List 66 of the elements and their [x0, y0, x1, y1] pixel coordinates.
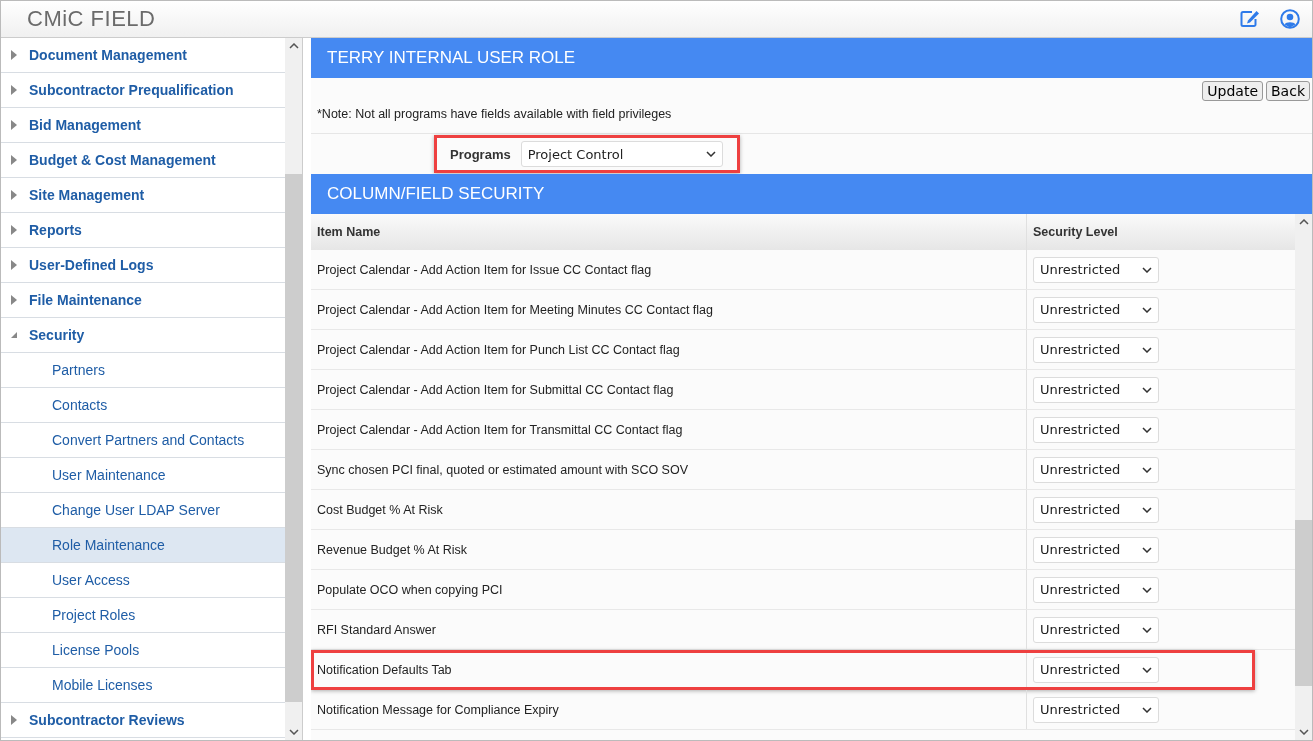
user-icon[interactable]: [1280, 9, 1300, 29]
expand-icon: [11, 85, 17, 95]
item-name: Project Calendar - Add Action Item for Transmittal CC Contact flag: [317, 422, 683, 437]
programs-dropdown[interactable]: Project Control: [520, 141, 723, 167]
item-name: Project Calendar - Add Action Item for Issue CC Contact flag: [317, 262, 652, 277]
expand-icon: [11, 190, 17, 200]
item-name: Cost Budget % At Risk: [317, 502, 443, 517]
field-label: Programs: [450, 146, 511, 162]
security-level-dropdown[interactable]: Unrestricted: [1033, 616, 1159, 643]
chevron-down-icon: [1142, 466, 1152, 473]
chevron-down-icon: [1142, 266, 1152, 273]
column-header: Item Name: [311, 214, 1027, 250]
item-name: Revenue Budget % At Risk: [317, 542, 468, 557]
table-scrollbar[interactable]: [1295, 214, 1312, 740]
column-header: Security Level: [1032, 224, 1119, 241]
expand-icon: [11, 225, 17, 235]
security-level-dropdown[interactable]: Unrestricted: [1033, 576, 1159, 603]
security-level-dropdown[interactable]: Unrestricted: [1033, 456, 1159, 483]
note-text: *Note: Not all programs have fields available with field privileges: [311, 101, 1312, 134]
security-level-dropdown[interactable]: Unrestricted: [1033, 336, 1159, 363]
scroll-up-icon[interactable]: [288, 43, 299, 49]
item-name: RFI Standard Answer: [317, 622, 436, 637]
item-name: Notification Defaults Tab: [317, 662, 452, 677]
security-level-dropdown[interactable]: Unrestricted: [1033, 536, 1159, 563]
panel-header: COLUMN/FIELD SECURITY: [311, 174, 1312, 214]
action-button[interactable]: Update: [1202, 81, 1263, 101]
chevron-down-icon: [1142, 506, 1152, 513]
item-name: Sync chosen PCI final, quoted or estimated amount with SCO SOV: [317, 462, 688, 477]
expand-icon: [11, 295, 17, 305]
item-name: Project Calendar - Add Action Item for Submittal CC Contact flag: [317, 382, 674, 397]
item-name: Notification Message for Compliance Expiry: [317, 702, 559, 717]
security-level-dropdown[interactable]: Unrestricted: [1033, 696, 1159, 723]
action-button[interactable]: Back: [1266, 81, 1310, 101]
chevron-down-icon: [1142, 546, 1152, 553]
scroll-down-icon[interactable]: [288, 729, 299, 735]
expand-icon: [11, 715, 17, 725]
sidebar-subitem[interactable]: Role Maintenance: [1, 528, 285, 563]
security-level-dropdown[interactable]: Unrestricted: [1033, 496, 1159, 523]
security-level-dropdown[interactable]: Unrestricted: [1033, 376, 1159, 403]
security-level-dropdown[interactable]: Unrestricted: [1033, 416, 1159, 443]
sidebar-scrollbar[interactable]: [285, 38, 302, 740]
chevron-down-icon: [1142, 426, 1152, 433]
security-level-dropdown[interactable]: Unrestricted: [1033, 656, 1159, 683]
chevron-down-icon: [1142, 626, 1152, 633]
chevron-down-icon: [1142, 346, 1152, 353]
security-level-dropdown[interactable]: Unrestricted: [1033, 296, 1159, 323]
scroll-down-icon[interactable]: [1298, 729, 1309, 735]
expand-icon: [11, 155, 17, 165]
expand-icon: [11, 120, 17, 130]
expand-icon: [11, 50, 17, 60]
chevron-down-icon: [1142, 666, 1152, 673]
item-name: Populate OCO when copying PCI: [317, 582, 503, 597]
edit-icon[interactable]: [1240, 10, 1260, 28]
item-name: Project Calendar - Add Action Item for Meeting Minutes CC Contact flag: [317, 302, 714, 317]
security-level-dropdown[interactable]: Unrestricted: [1033, 256, 1159, 283]
item-name: Project Calendar - Add Action Item for Punch List CC Contact flag: [317, 342, 680, 357]
scroll-up-icon[interactable]: [1298, 219, 1309, 225]
chevron-down-icon: [1142, 306, 1152, 313]
chevron-down-icon: [1142, 386, 1152, 393]
collapse-icon: [11, 332, 17, 338]
panel-header: TERRY INTERNAL USER ROLE: [311, 38, 1312, 78]
expand-icon: [11, 260, 17, 270]
chevron-down-icon: [1142, 586, 1152, 593]
app-logo: CMiC FIELD: [27, 6, 156, 32]
chevron-down-icon: [1142, 706, 1152, 713]
chevron-down-icon: [705, 151, 716, 157]
